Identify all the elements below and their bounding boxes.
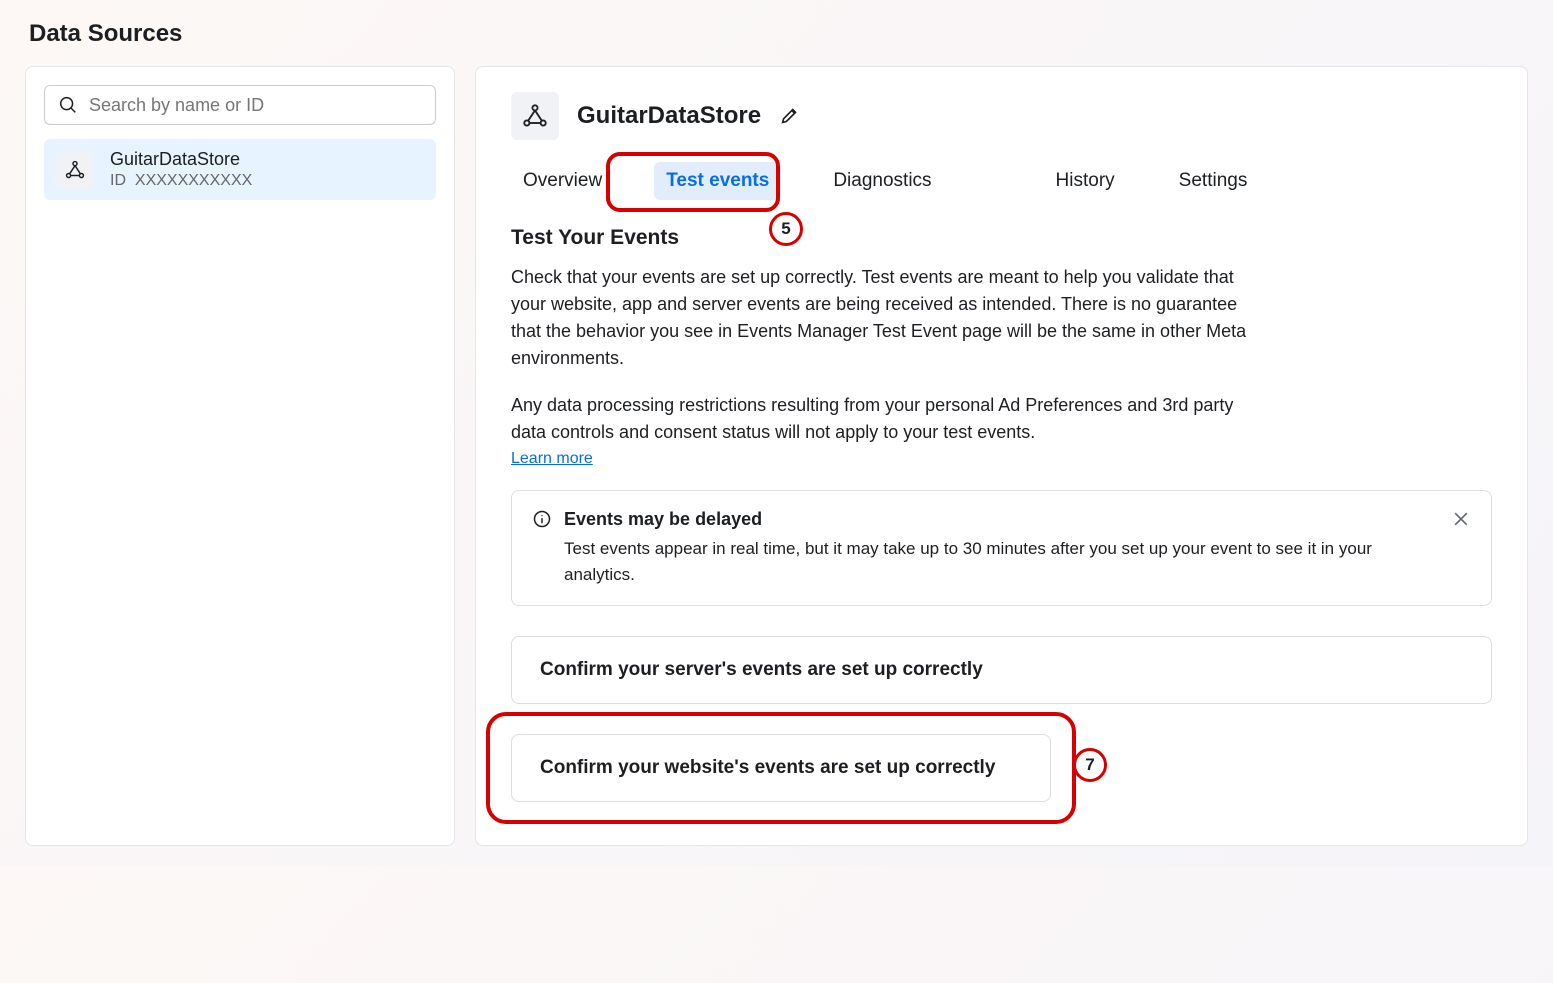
- edit-icon[interactable]: [779, 105, 801, 127]
- tab-diagnostics[interactable]: Diagnostics: [821, 162, 943, 200]
- tabs: 5 Overview Test events Diagnostics Histo…: [511, 162, 1492, 200]
- info-icon: [532, 509, 552, 529]
- annotation-step-7: 7: [1073, 748, 1107, 782]
- tab-overview[interactable]: Overview: [511, 162, 614, 200]
- delay-alert: Events may be delayed Test events appear…: [511, 490, 1492, 606]
- intro-paragraph-1: Check that your events are set up correc…: [511, 264, 1271, 372]
- confirm-server-events-card[interactable]: Confirm your server's events are set up …: [511, 636, 1492, 704]
- main-panel: GuitarDataStore 5 Overview Test events D…: [475, 66, 1528, 846]
- confirm-website-events-card[interactable]: Confirm your website's events are set up…: [511, 734, 1051, 802]
- data-sources-sidebar: GuitarDataStore ID XXXXXXXXXXX: [25, 66, 455, 846]
- tab-history[interactable]: History: [1044, 162, 1127, 200]
- tab-test-events[interactable]: Test events: [654, 162, 781, 200]
- data-source-icon-box: [56, 151, 94, 189]
- page-title: Data Sources: [29, 20, 1528, 48]
- hub-icon: [521, 102, 549, 130]
- data-source-title: GuitarDataStore: [577, 102, 761, 130]
- alert-title: Events may be delayed: [564, 509, 1439, 530]
- data-source-id: ID XXXXXXXXXXX: [110, 172, 252, 190]
- data-source-name: GuitarDataStore: [110, 149, 252, 170]
- tab-settings[interactable]: Settings: [1167, 162, 1260, 200]
- search-input[interactable]: [89, 95, 423, 116]
- section-heading: Test Your Events: [511, 226, 1492, 250]
- alert-text: Test events appear in real time, but it …: [564, 536, 1439, 587]
- title-icon-box: [511, 92, 559, 140]
- learn-more-link[interactable]: Learn more: [511, 450, 593, 467]
- close-icon[interactable]: [1451, 509, 1471, 529]
- search-input-wrapper[interactable]: [44, 85, 436, 125]
- data-source-item[interactable]: GuitarDataStore ID XXXXXXXXXXX: [44, 139, 436, 200]
- intro-paragraph-2: Any data processing restrictions resulti…: [511, 392, 1271, 446]
- hub-icon: [64, 159, 86, 181]
- search-icon: [57, 94, 79, 116]
